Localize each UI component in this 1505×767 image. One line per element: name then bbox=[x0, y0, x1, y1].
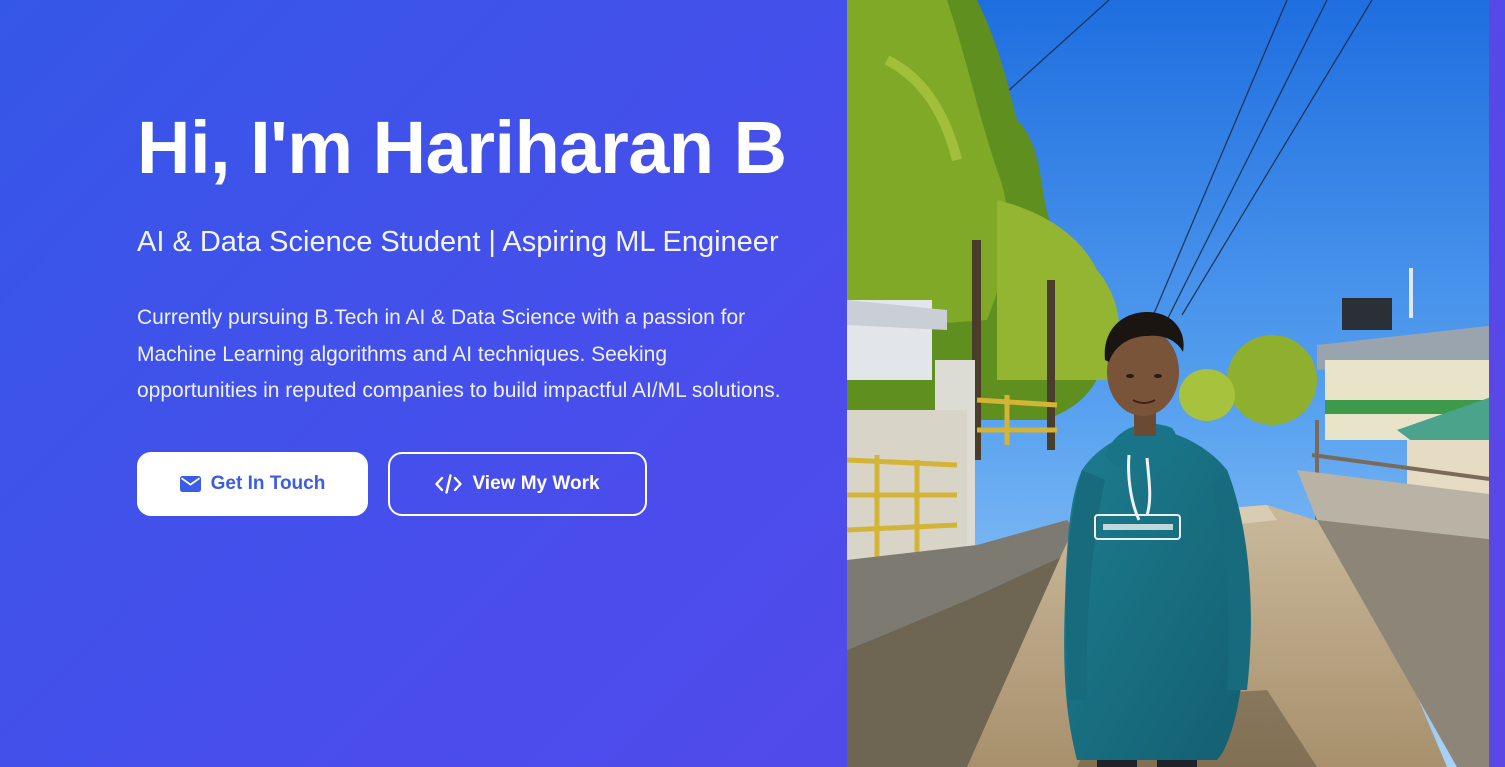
hero-intro-panel: Hi, I'm Hariharan B AI & Data Science St… bbox=[0, 0, 847, 767]
code-icon bbox=[435, 473, 463, 494]
view-my-work-label: View My Work bbox=[472, 472, 600, 494]
hero-subtitle: AI & Data Science Student | Aspiring ML … bbox=[137, 226, 779, 258]
view-my-work-button[interactable]: View My Work bbox=[388, 451, 647, 516]
hero-section: Hi, I'm Hariharan B AI & Data Science St… bbox=[0, 0, 1505, 767]
hero-title: Hi, I'm Hariharan B bbox=[137, 106, 787, 189]
hero-actions: Get In Touch View My Work bbox=[137, 451, 797, 516]
get-in-touch-button[interactable]: Get In Touch bbox=[137, 451, 368, 516]
profile-photo-illustration bbox=[847, 0, 1497, 767]
get-in-touch-label: Get In Touch bbox=[210, 472, 326, 494]
right-edge-strip bbox=[1489, 0, 1497, 767]
profile-photo bbox=[847, 0, 1497, 767]
hero-content: Hi, I'm Hariharan B AI & Data Science St… bbox=[137, 110, 797, 516]
hero-description: Currently pursuing B.Tech in AI & Data S… bbox=[137, 306, 781, 402]
envelope-icon bbox=[179, 475, 201, 492]
